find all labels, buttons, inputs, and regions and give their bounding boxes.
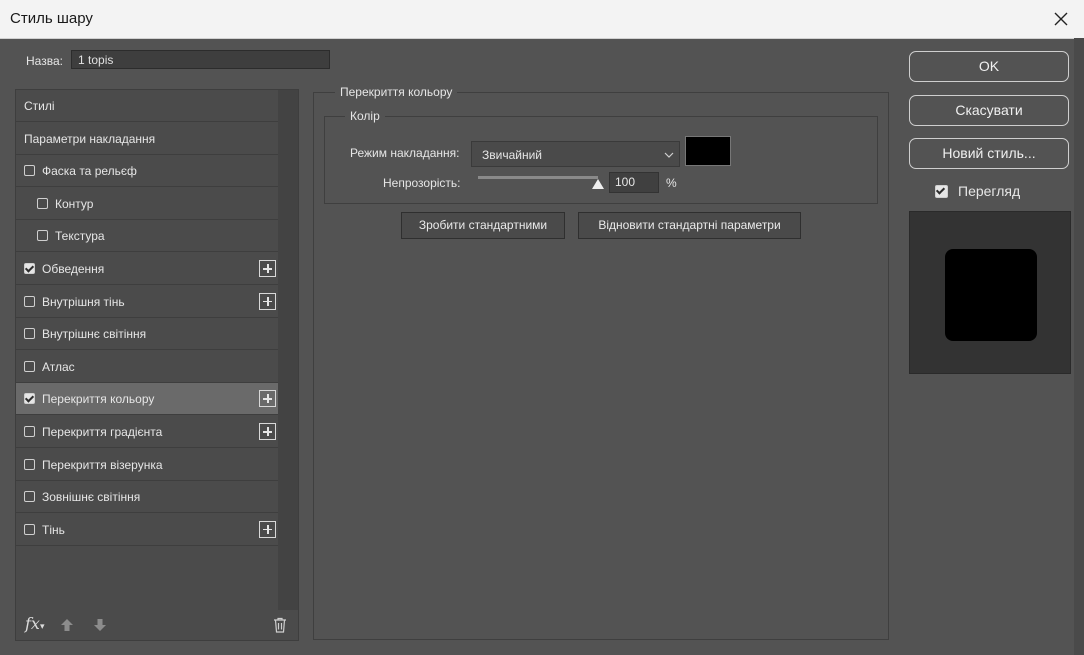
style-item-label: Параметри накладання bbox=[24, 131, 156, 146]
style-item-checkbox[interactable] bbox=[24, 295, 35, 307]
style-item-label: Стилі bbox=[24, 99, 55, 113]
style-item[interactable]: Перекриття кольору bbox=[16, 383, 278, 416]
style-item[interactable]: Внутрішня тінь bbox=[16, 286, 278, 318]
style-item[interactable]: Параметри накладання bbox=[16, 123, 278, 155]
add-effect-icon[interactable] bbox=[259, 292, 276, 310]
chevron-down-icon bbox=[664, 152, 674, 158]
close-icon[interactable] bbox=[1046, 4, 1076, 34]
preview-toggle[interactable]: Перегляд bbox=[934, 183, 1044, 201]
style-item[interactable]: Контур bbox=[16, 188, 278, 220]
style-item-checkbox[interactable] bbox=[24, 165, 35, 177]
style-item-label: Внутрішня тінь bbox=[42, 294, 125, 309]
ok-button[interactable]: OK bbox=[909, 51, 1069, 82]
name-input[interactable]: 1 topis bbox=[71, 50, 330, 69]
style-item-checkbox[interactable] bbox=[24, 523, 35, 535]
style-item-checkbox[interactable] bbox=[24, 393, 35, 405]
style-item-label: Фаска та рельєф bbox=[42, 164, 137, 179]
opacity-slider-track[interactable] bbox=[478, 176, 598, 179]
style-item-checkbox[interactable] bbox=[24, 426, 35, 437]
cancel-button[interactable]: Скасувати bbox=[909, 95, 1069, 126]
style-item-label: Перекриття кольору bbox=[42, 392, 155, 407]
style-item[interactable]: Перекриття градієнта bbox=[16, 416, 278, 448]
style-item-checkbox[interactable] bbox=[37, 230, 48, 242]
add-effect-icon[interactable] bbox=[259, 260, 276, 277]
style-item[interactable]: Обведення bbox=[16, 253, 278, 285]
add-effect-icon[interactable] bbox=[259, 390, 276, 408]
style-item-checkbox[interactable] bbox=[37, 197, 48, 209]
style-item-label: Зовнішнє світіння bbox=[42, 490, 141, 505]
color-subgroup-title: Колір bbox=[345, 109, 385, 123]
opacity-slider-thumb[interactable] bbox=[592, 179, 604, 189]
style-item-label: Контур bbox=[55, 196, 94, 211]
style-item-label: Тінь bbox=[42, 522, 65, 537]
preview-label: Перегляд bbox=[958, 183, 1021, 199]
opacity-unit: % bbox=[666, 176, 677, 190]
style-item[interactable]: Перекриття візерунка bbox=[16, 449, 278, 481]
opacity-label: Непрозорість: bbox=[383, 176, 461, 190]
style-item-label: Перекриття градієнта bbox=[42, 425, 163, 439]
name-label: Назва: bbox=[26, 54, 63, 68]
title-bar: Стиль шару bbox=[0, 0, 1084, 39]
add-effect-icon[interactable] bbox=[259, 423, 276, 440]
style-item-checkbox[interactable] bbox=[24, 458, 35, 470]
styles-list-panel: Стилі Параметри накладання Фаска та рельєф… bbox=[15, 89, 299, 641]
style-item-label: Атлас bbox=[42, 359, 75, 374]
overlay-color-swatch[interactable] bbox=[685, 136, 731, 166]
style-item-checkbox[interactable] bbox=[24, 360, 35, 372]
style-item[interactable]: Тінь bbox=[16, 514, 278, 546]
style-item-checkbox[interactable] bbox=[24, 263, 35, 274]
blend-mode-select[interactable]: Звичайний bbox=[471, 141, 680, 167]
arrow-up-icon[interactable] bbox=[60, 618, 74, 632]
style-item-label: Перекриття візерунка bbox=[42, 457, 163, 472]
style-item[interactable]: Атлас bbox=[16, 351, 278, 383]
make-default-button[interactable]: Зробити стандартними bbox=[401, 212, 565, 239]
arrow-down-icon[interactable] bbox=[93, 618, 107, 632]
style-item[interactable]: Зовнішнє світіння bbox=[16, 481, 278, 514]
color-subgroup: Колір Режим накладання: Звичайний Непроз… bbox=[324, 109, 878, 204]
window-edge bbox=[1074, 38, 1084, 655]
new-style-button[interactable]: Новий стиль... bbox=[909, 138, 1069, 169]
blend-mode-value: Звичайний bbox=[482, 148, 542, 162]
preview-checkbox[interactable] bbox=[935, 185, 948, 198]
blend-mode-label: Режим накладання: bbox=[350, 146, 460, 160]
style-item[interactable]: Внутрішнє світіння bbox=[16, 318, 278, 351]
styles-list-scrollbar[interactable] bbox=[278, 90, 298, 610]
fx-icon[interactable]: fx▾ bbox=[25, 614, 44, 633]
preview-thumbnail bbox=[945, 249, 1037, 341]
window-title: Стиль шару bbox=[10, 10, 93, 27]
color-overlay-group: Перекриття кольору Колір Режим накладанн… bbox=[313, 85, 889, 640]
color-overlay-title: Перекриття кольору bbox=[335, 85, 458, 99]
style-item-label: Внутрішнє світіння bbox=[42, 327, 147, 342]
style-item[interactable]: Текстура bbox=[16, 220, 278, 253]
style-item-checkbox[interactable] bbox=[24, 328, 35, 340]
style-item[interactable]: Фаска та рельєф bbox=[16, 155, 278, 188]
fx-label: fx bbox=[25, 614, 40, 633]
style-item[interactable]: Стилі bbox=[16, 90, 278, 122]
trash-icon[interactable] bbox=[273, 617, 287, 633]
style-item-label: Текстура bbox=[55, 229, 105, 244]
style-preview bbox=[909, 211, 1071, 374]
reset-default-button[interactable]: Відновити стандартні параметри bbox=[578, 212, 801, 239]
style-item-label: Обведення bbox=[42, 262, 105, 276]
add-effect-icon[interactable] bbox=[259, 520, 276, 538]
style-item-checkbox[interactable] bbox=[24, 491, 35, 503]
opacity-input[interactable]: 100 bbox=[609, 172, 659, 193]
styles-list-toolbar: fx▾ bbox=[16, 610, 298, 640]
